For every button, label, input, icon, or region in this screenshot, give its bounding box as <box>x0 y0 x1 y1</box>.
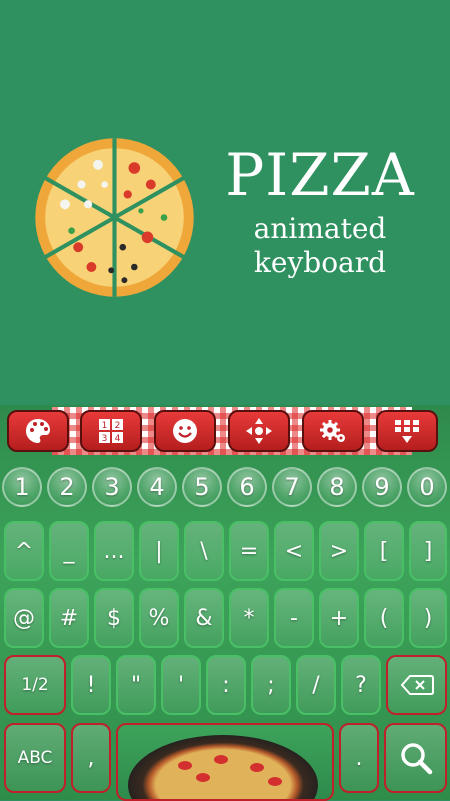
svg-text:3: 3 <box>102 434 108 444</box>
promo-subtitle-line2: keyboard <box>253 246 387 279</box>
search-icon <box>400 743 432 775</box>
key-slash[interactable]: / <box>296 655 336 715</box>
key-0[interactable]: 0 <box>407 467 447 507</box>
pizza-logo-icon <box>35 138 194 297</box>
key-left-paren[interactable]: ( <box>364 588 404 648</box>
space-bar[interactable] <box>116 723 334 801</box>
emoji-smile-icon <box>173 419 197 443</box>
tomato-topping <box>268 777 282 786</box>
cursor-move-icon <box>246 418 272 444</box>
key-2[interactable]: 2 <box>47 467 87 507</box>
key-right-paren[interactable]: ) <box>409 588 447 648</box>
key-double-quote[interactable]: " <box>116 655 156 715</box>
hide-keyboard-button[interactable] <box>376 410 438 452</box>
key-single-quote[interactable]: ' <box>161 655 201 715</box>
promo-subtitle: animated keyboard <box>210 212 430 280</box>
key-backslash[interactable]: \ <box>184 521 224 581</box>
keyboard-hide-icon <box>395 420 419 443</box>
settings-button[interactable] <box>302 410 364 452</box>
svg-text:4: 4 <box>115 434 121 444</box>
tomato-topping <box>214 755 228 764</box>
number-pad-button[interactable]: 1 2 3 4 <box>80 410 142 452</box>
key-ampersand[interactable]: & <box>184 588 224 648</box>
key-asterisk[interactable]: * <box>229 588 269 648</box>
key-4[interactable]: 4 <box>137 467 177 507</box>
abc-key[interactable]: ABC <box>4 723 66 793</box>
svg-text:2: 2 <box>115 421 121 431</box>
key-dollar[interactable]: $ <box>94 588 134 648</box>
emoji-button[interactable] <box>154 410 216 452</box>
number-grid-icon: 1 2 3 4 <box>99 419 123 444</box>
tomato-topping <box>196 773 210 782</box>
key-9[interactable]: 9 <box>362 467 402 507</box>
key-minus[interactable]: - <box>274 588 314 648</box>
settings-gear-icon <box>320 420 345 442</box>
cursor-move-button[interactable] <box>228 410 290 452</box>
search-key[interactable] <box>384 723 447 793</box>
key-pipe[interactable]: | <box>139 521 179 581</box>
key-plus[interactable]: + <box>319 588 359 648</box>
key-right-bracket[interactable]: ] <box>409 521 447 581</box>
key-5[interactable]: 5 <box>182 467 222 507</box>
key-period[interactable]: . <box>339 723 379 793</box>
keyboard-toolbar: 1 2 3 4 <box>0 405 450 457</box>
promo-title: PIZZA <box>225 141 415 209</box>
key-3[interactable]: 3 <box>92 467 132 507</box>
key-underscore[interactable]: _ <box>49 521 89 581</box>
key-question[interactable]: ? <box>341 655 381 715</box>
key-comma[interactable]: , <box>71 723 111 793</box>
key-1[interactable]: 1 <box>2 467 42 507</box>
pizza-image <box>128 735 318 799</box>
theme-button[interactable] <box>7 410 69 452</box>
backspace-key[interactable] <box>386 655 447 715</box>
key-equals[interactable]: = <box>229 521 269 581</box>
tomato-topping <box>178 761 192 770</box>
key-percent[interactable]: % <box>139 588 179 648</box>
key-left-bracket[interactable]: [ <box>364 521 404 581</box>
backspace-icon <box>400 675 434 695</box>
promo-subtitle-line1: animated <box>253 212 387 245</box>
svg-text:1: 1 <box>102 421 108 431</box>
key-hash[interactable]: # <box>49 588 89 648</box>
key-at[interactable]: @ <box>4 588 44 648</box>
key-colon[interactable]: : <box>206 655 246 715</box>
theme-palette-icon <box>26 419 50 443</box>
key-6[interactable]: 6 <box>227 467 267 507</box>
key-less-than[interactable]: < <box>274 521 314 581</box>
key-ellipsis[interactable]: ... <box>94 521 134 581</box>
promo-banner: PIZZA animated keyboard <box>0 0 450 400</box>
key-more-symbols[interactable]: 1/2 <box>4 655 66 715</box>
key-exclamation[interactable]: ! <box>71 655 111 715</box>
tomato-topping <box>250 763 264 772</box>
key-7[interactable]: 7 <box>272 467 312 507</box>
key-8[interactable]: 8 <box>317 467 357 507</box>
keyboard: 1 2 3 4 1 2 3 4 5 6 7 8 9 0 ^ _ ... | \ … <box>0 405 450 801</box>
key-caret[interactable]: ^ <box>4 521 44 581</box>
key-semicolon[interactable]: ; <box>251 655 291 715</box>
key-greater-than[interactable]: > <box>319 521 359 581</box>
